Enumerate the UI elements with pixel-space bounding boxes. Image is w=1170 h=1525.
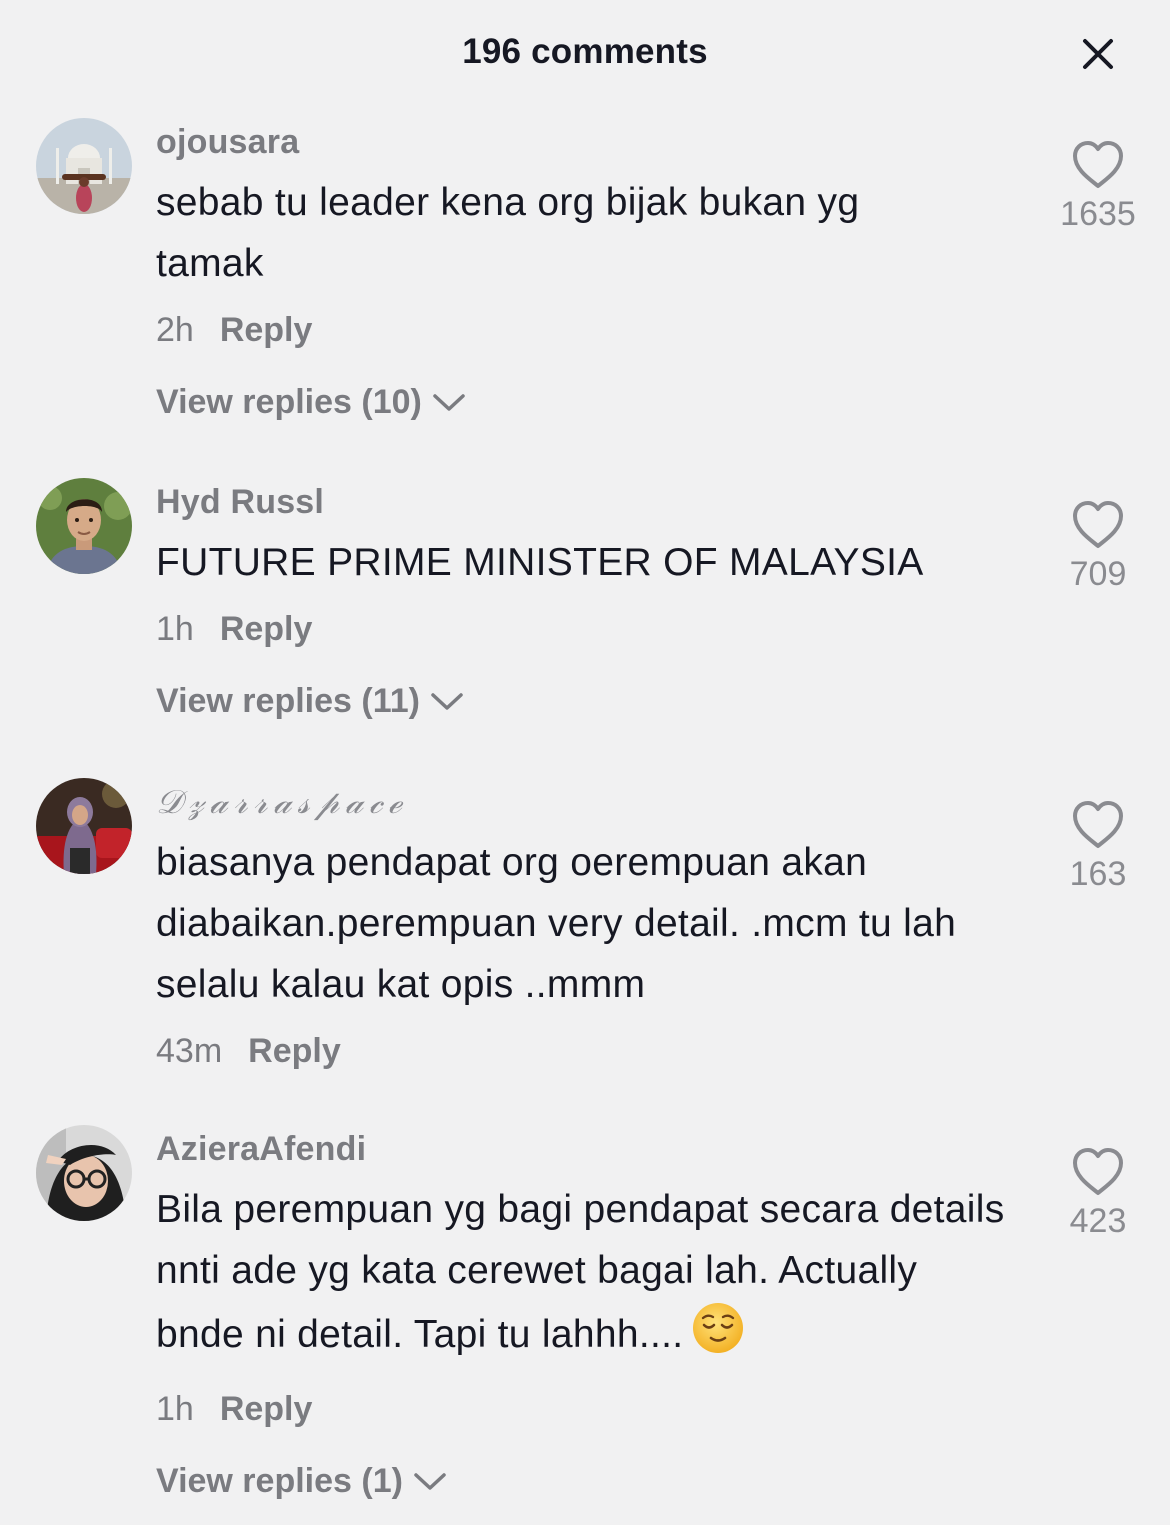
like-button[interactable]: 709 [1050,500,1146,594]
avatar-hijab-woman [36,778,132,874]
chevron-down-icon [414,1473,446,1490]
relieved-face-icon [693,1303,744,1353]
close-icon [1083,39,1113,69]
comment-time: 2h [156,311,194,349]
relieved-face-emoji [691,1301,745,1373]
view-replies-label: View replies (10) [156,383,422,421]
comment-text: Bila perempuan yg bagi pendapat secara d… [156,1179,1006,1373]
comment-meta: 1h Reply [156,1381,1016,1437]
comment-username[interactable]: AzieraAfendi [156,1125,1016,1173]
avatar[interactable] [36,478,132,574]
like-button[interactable]: 163 [1050,800,1146,894]
like-button[interactable]: 1635 [1050,140,1146,234]
comment-time: 1h [156,1390,194,1428]
heart-icon [1073,801,1123,848]
heart-icon [1073,141,1123,188]
like-count: 163 [1069,855,1127,893]
reply-button[interactable]: Reply [220,311,313,349]
comment-meta: 43m Reply [156,1023,1016,1079]
comments-header: 196 comments [0,0,1170,108]
comment-time: 43m [156,1032,223,1070]
chevron-down-icon [431,693,463,710]
comment-username[interactable]: ojousara [156,118,1016,166]
view-replies-button[interactable]: View replies (1) [156,1455,447,1507]
comments-sheet: 196 comments ojousara sebab tu leader ke… [0,0,1170,1525]
like-count: 709 [1069,555,1127,593]
comment-time: 1h [156,610,194,648]
avatar-man-portrait [36,478,132,574]
view-replies-label: View replies (11) [156,682,420,720]
comment-text: biasanya pendapat org oerempuan akan dia… [156,841,957,1006]
avatar-glasses-woman [36,1125,132,1221]
chevron-down-icon [433,394,465,411]
avatar[interactable] [36,118,132,214]
reply-button[interactable]: Reply [248,1032,341,1070]
comment-text-content: Bila perempuan yg bagi pendapat secara d… [156,1188,1005,1356]
heart-icon [1073,501,1123,548]
like-count: 1635 [1060,195,1136,233]
comments-count-title: 196 comments [462,32,708,71]
heart-icon [1073,1148,1123,1195]
close-button[interactable] [1068,26,1128,82]
avatar[interactable] [36,1125,132,1221]
comment-text: FUTURE PRIME MINISTER OF MALAYSIA [156,541,924,584]
comment-username[interactable]: 𝒟𝓏𝒶𝓇𝓇𝒶𝓈𝓅𝒶𝒸ℯ [156,778,1016,826]
reply-button[interactable]: Reply [220,1390,313,1428]
comment-text: sebab tu leader kena org bijak bukan yg … [156,181,860,285]
view-replies-button[interactable]: View replies (11) [156,675,464,727]
avatar-taj-mahal [36,118,132,214]
view-replies-button[interactable]: View replies (10) [156,376,466,428]
comment-meta: 2h Reply [156,302,1016,358]
comment-username[interactable]: Hyd Russl [156,478,1016,526]
view-replies-label: View replies (1) [156,1462,403,1500]
avatar[interactable] [36,778,132,874]
reply-button[interactable]: Reply [220,610,313,648]
like-count: 423 [1069,1202,1127,1240]
like-button[interactable]: 423 [1050,1147,1146,1241]
comment-meta: 1h Reply [156,601,1016,657]
